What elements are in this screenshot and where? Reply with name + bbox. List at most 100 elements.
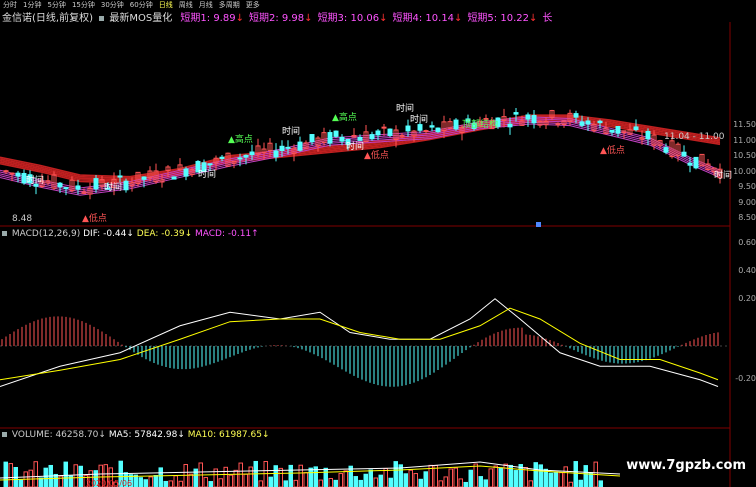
candle-body (297, 141, 303, 151)
volume-bar (388, 477, 393, 487)
macd-label: MACD(12,26,9) (11, 229, 81, 239)
time-label: 时间 (104, 181, 122, 193)
candle-body (615, 125, 621, 134)
volume-bar (583, 465, 588, 487)
low-point-label: ▲低点 (82, 212, 107, 224)
volume-bar (278, 467, 283, 487)
volume-bar (453, 467, 458, 487)
ma-value-4: 短期4: 10.14↓ (392, 13, 463, 24)
volume-bar (293, 479, 298, 487)
price-tick: 10.50 (733, 151, 756, 160)
volume-bar (33, 461, 38, 487)
volume-bar (228, 474, 233, 487)
volume-bar (513, 470, 518, 487)
volume-bar (233, 469, 238, 487)
price-tick: 9.00 (738, 197, 756, 207)
volume-bar (368, 469, 373, 487)
candle-body (171, 176, 177, 180)
volume-bar (73, 464, 78, 487)
ma-values: 短期1: 9.89↓ 短期2: 9.98↓ 短期3: 10.06↓ 短期4: 10.1… (175, 13, 552, 24)
candle-body (387, 128, 393, 136)
volume-bar (448, 468, 453, 487)
macd-tick: -0.20 (735, 374, 756, 383)
high-price-label: 11.04 - 11.00 (664, 132, 725, 142)
candle-body (531, 114, 537, 124)
volume-bar (343, 470, 348, 487)
volume-bar (423, 471, 428, 487)
top-structure-label: 顶部结构 (462, 118, 498, 130)
date-marker (536, 222, 541, 227)
volume-label: VOLUME: 46258.70 (11, 430, 99, 440)
volume-bar (523, 467, 528, 487)
period-tabs: 分时 1分钟 5分钟 15分钟 30分钟 60分钟 日线 周线 月线 多周期 更多 (0, 0, 263, 9)
volume-bar (578, 479, 583, 487)
volume-bar (63, 461, 68, 487)
candle-body (573, 113, 579, 118)
volume-arrow: ↓ (98, 430, 106, 440)
time-label: 时间 (410, 113, 428, 125)
ma10-value: MA10: 61987.65 (187, 430, 262, 440)
volume-bar (43, 467, 48, 487)
volume-bar (553, 471, 558, 487)
low-point-label: ▲低点 (364, 149, 389, 161)
volume-bar (18, 479, 23, 487)
candle-body (219, 156, 225, 159)
ma5-arrow: ↓ (177, 430, 185, 440)
volume-bar (323, 467, 328, 487)
macd-tick: 0.40 (738, 266, 756, 275)
volume-bar (283, 480, 288, 487)
ma-arrow-2: ↓ (304, 13, 313, 24)
volume-bar (258, 480, 263, 487)
volume-bar (373, 477, 378, 487)
candle-body (381, 126, 387, 129)
volume-bar (168, 480, 173, 487)
candle-body (507, 123, 513, 128)
volume-bar (133, 474, 138, 487)
volume-bar (358, 479, 363, 487)
volume-bar (8, 463, 13, 487)
macd-legend: MACD(12,26,9) DIF: -0.44↓ DEA: -0.39↓ MA… (2, 229, 259, 239)
candle-body (609, 129, 615, 133)
volume-bar (248, 466, 253, 487)
macd-tick: 0.60 (738, 238, 756, 247)
volume-bar (573, 461, 578, 487)
volume-bar (178, 480, 183, 487)
volume-bar (238, 462, 243, 487)
volume-bar (143, 479, 148, 487)
volume-bar (363, 473, 368, 487)
candle-body (207, 163, 213, 166)
candle-body (429, 125, 435, 128)
volume-bar (463, 481, 468, 487)
candle-body (141, 176, 147, 180)
candle-body (687, 162, 693, 166)
candle-body (75, 185, 81, 190)
volume-bar (263, 461, 268, 487)
volume-bar (533, 462, 538, 487)
volume-bar (473, 463, 478, 487)
time-label: 时间 (198, 168, 216, 180)
ma-arrow-3: ↓ (379, 13, 388, 24)
volume-bar (203, 477, 208, 487)
candle-body (117, 175, 123, 178)
price-tick: 10.00 (733, 166, 756, 176)
macd-arrow: ↑ (251, 229, 259, 239)
indicator-icon (2, 231, 7, 236)
volume-bar (218, 478, 223, 487)
dif-value: DIF: -0.44 (83, 229, 127, 239)
candle-body (15, 172, 21, 177)
volume-bar (288, 464, 293, 487)
ma-value-5: 短期5: 10.22↓ (467, 13, 538, 24)
volume-bar (458, 478, 463, 487)
ma-value-1: 短期1: 9.89↓ (180, 13, 244, 24)
time-label: 时间 (346, 140, 364, 152)
candle-body (423, 130, 429, 133)
ma-value-6: 长 (542, 13, 553, 24)
dea-line (0, 307, 719, 381)
volume-legend: VOLUME: 46258.70↓ MA5: 57842.98↓ MA10: 6… (2, 430, 270, 440)
volume-bar (408, 469, 413, 487)
candle-body (237, 157, 243, 160)
chart-canvas[interactable]: 时间时间时间时间时间时间时间时间▲高点▲高点▲低点▲低点 ▲低点顶部结构8.481… (0, 0, 756, 487)
candle-body (243, 154, 249, 158)
indicator-icon (2, 432, 7, 437)
ma5-value: MA5: 57842.98 (108, 430, 178, 440)
